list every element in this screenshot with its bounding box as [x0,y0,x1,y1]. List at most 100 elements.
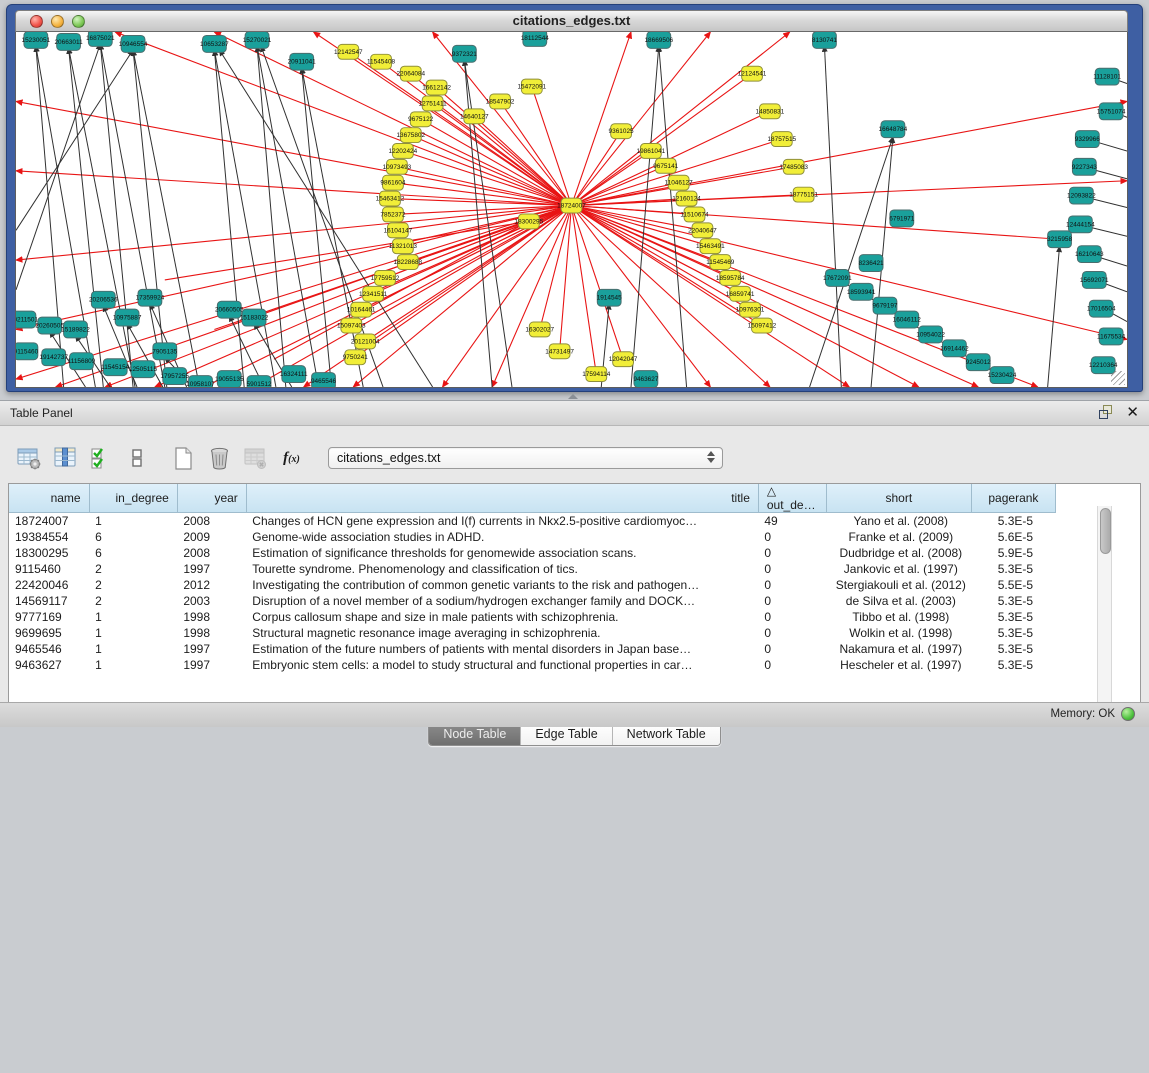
graph-node-yellow[interactable]: 12124541 [738,66,767,81]
table-cell[interactable]: 14569117 [9,593,89,609]
graph-node-yellow[interactable]: 13675802 [396,128,425,143]
table-cell[interactable]: Genome-wide association studies in ADHD. [246,529,758,545]
graph-node-teal[interactable]: 11545154 [101,359,130,376]
table-row[interactable]: 946362711997Embryonic stem cells: a mode… [9,657,1056,673]
table-cell[interactable]: 22420046 [9,577,89,593]
graph-node-yellow[interactable]: 7852372 [380,207,405,222]
graph-node-yellow[interactable]: 15097403 [337,318,366,333]
graph-node-yellow[interactable]: 16104147 [384,223,413,238]
network-canvas[interactable]: 1523005120663011168750211094655410653287… [15,32,1128,388]
table-cell[interactable]: Yano et al. (2008) [826,513,971,529]
table-row[interactable]: 911546021997Tourette syndrome. Phenomeno… [9,561,1056,577]
graph-node-teal[interactable]: 5901512 [246,376,271,387]
delete-column-icon[interactable] [206,445,233,472]
graph-node-teal[interactable]: 8236421 [859,255,884,272]
graph-node-teal[interactable]: 11675534 [1097,328,1126,345]
table-cell[interactable]: 2 [89,593,177,609]
graph-node-yellow[interactable]: 11545469 [706,255,735,270]
table-row[interactable]: 969969511998Structural magnetic resonanc… [9,625,1056,641]
graph-node-yellow[interactable]: 15097412 [748,318,777,333]
graph-node-teal[interactable]: 11156809 [68,353,96,370]
graph-node-yellow[interactable]: 14850831 [756,104,785,119]
graph-node-yellow[interactable]: 10164461 [347,302,376,317]
row-height-icon[interactable] [124,445,151,472]
graph-node-yellow[interactable]: 11321013 [389,239,418,254]
close-window-icon[interactable] [30,15,43,28]
table-row[interactable]: 946554611997Estimation of the future num… [9,641,1056,657]
table-cell[interactable]: 0 [758,657,826,673]
graph-node-yellow[interactable]: 9750241 [343,350,368,365]
graph-node-yellow[interactable]: 14731497 [545,344,574,359]
table-row[interactable]: 1830029562008Estimation of significance … [9,545,1056,561]
graph-node-teal[interactable]: 9227343 [1072,158,1097,175]
table-cell[interactable]: Franke et al. (2009) [826,529,971,545]
graph-node-teal[interactable]: 9679197 [872,297,897,314]
graph-node-teal[interactable]: 17016504 [1087,300,1116,317]
graph-node-yellow[interactable]: 12042047 [609,352,638,367]
graph-node-teal[interactable]: 19055135 [215,371,244,387]
graph-node-yellow[interactable]: 11046127 [665,175,694,190]
table-cell[interactable]: 9699695 [9,625,89,641]
graph-node-teal[interactable]: 17957255 [160,368,189,385]
table-cell[interactable]: Jankovic et al. (1997) [826,561,971,577]
table-cell[interactable]: 1 [89,641,177,657]
table-cell[interactable]: 5.3E-5 [971,561,1055,577]
table-cell[interactable]: 6 [89,545,177,561]
column-header-name[interactable]: name [9,484,89,513]
table-row[interactable]: 1872400712008Changes of HCN gene express… [9,513,1056,529]
table-cell[interactable]: Dudbridge et al. (2008) [826,545,971,561]
column-header-year[interactable]: year [177,484,246,513]
table-cell[interactable]: Investigating the contribution of common… [246,577,758,593]
table-cell[interactable]: 0 [758,625,826,641]
tab-node-table[interactable]: Node Table [429,724,520,745]
graph-node-yellow[interactable]: 17594114 [582,367,611,382]
graph-node-teal[interactable]: 9372321 [452,45,477,62]
graph-node-teal[interactable]: 15183022 [240,309,269,326]
graph-node-yellow[interactable]: 18757515 [767,132,796,147]
table-cell[interactable]: 18300295 [9,545,89,561]
table-cell[interactable]: 5.6E-5 [971,529,1055,545]
table-cell[interactable]: 1 [89,657,177,673]
graph-node-yellow[interactable]: 9675141 [653,158,678,173]
column-header-pagerank[interactable]: pagerank [971,484,1055,513]
graph-node-teal[interactable]: 12444154 [1066,216,1095,233]
column-header-out_de[interactable]: △ out_de… [758,484,826,513]
table-cell[interactable]: Tourette syndrome. Phenomenology and cla… [246,561,758,577]
graph-node-teal[interactable]: 19142737 [39,349,68,366]
table-cell[interactable]: Stergiakouli et al. (2012) [826,577,971,593]
graph-node-teal[interactable]: 15189822 [61,321,90,338]
graph-node-yellow[interactable]: 16302027 [525,322,554,337]
table-cell[interactable]: 19384554 [9,529,89,545]
table-cell[interactable]: 49 [758,513,826,529]
graph-node-teal[interactable]: 20206536 [89,291,118,308]
graph-node-yellow[interactable]: 10976301 [736,302,765,317]
table-cell[interactable]: 1 [89,609,177,625]
graph-node-yellow[interactable]: 17485083 [779,159,808,174]
graph-node-teal[interactable]: 18112544 [521,32,550,46]
table-cell[interactable]: 2 [89,561,177,577]
table-cell[interactable]: 0 [758,561,826,577]
column-header-in_degree[interactable]: in_degree [89,484,177,513]
table-cell[interactable]: 9465546 [9,641,89,657]
table-cell[interactable]: 5.5E-5 [971,577,1055,593]
graph-node-yellow[interactable]: 15472091 [517,79,546,94]
graph-node-yellow[interactable]: 12202424 [389,144,418,159]
table-cell[interactable]: 1 [89,513,177,529]
minimize-window-icon[interactable] [51,15,64,28]
table-row[interactable]: 2242004622012Investigating the contribut… [9,577,1056,593]
table-row[interactable]: 977716911998Corpus callosum shape and si… [9,609,1056,625]
graph-node-teal[interactable]: 15751074 [1097,103,1126,120]
table-cell[interactable]: 5.3E-5 [971,625,1055,641]
table-cell[interactable]: Tibbo et al. (1998) [826,609,971,625]
graph-node-yellow[interactable]: 18228688 [393,255,422,270]
graph-node-yellow[interactable]: 12142547 [334,44,363,59]
graph-node-teal[interactable]: 9463627 [633,371,658,387]
show-columns-icon[interactable] [52,445,79,472]
table-cell[interactable]: 2008 [177,545,246,561]
float-panel-icon[interactable] [1099,405,1114,420]
column-header-short[interactable]: short [826,484,971,513]
table-cell[interactable]: 1998 [177,625,246,641]
table-cell[interactable]: Embryonic stem cells: a model to study s… [246,657,758,673]
graph-node-yellow[interactable]: 22064084 [396,66,425,81]
tab-edge-table[interactable]: Edge Table [520,724,611,745]
